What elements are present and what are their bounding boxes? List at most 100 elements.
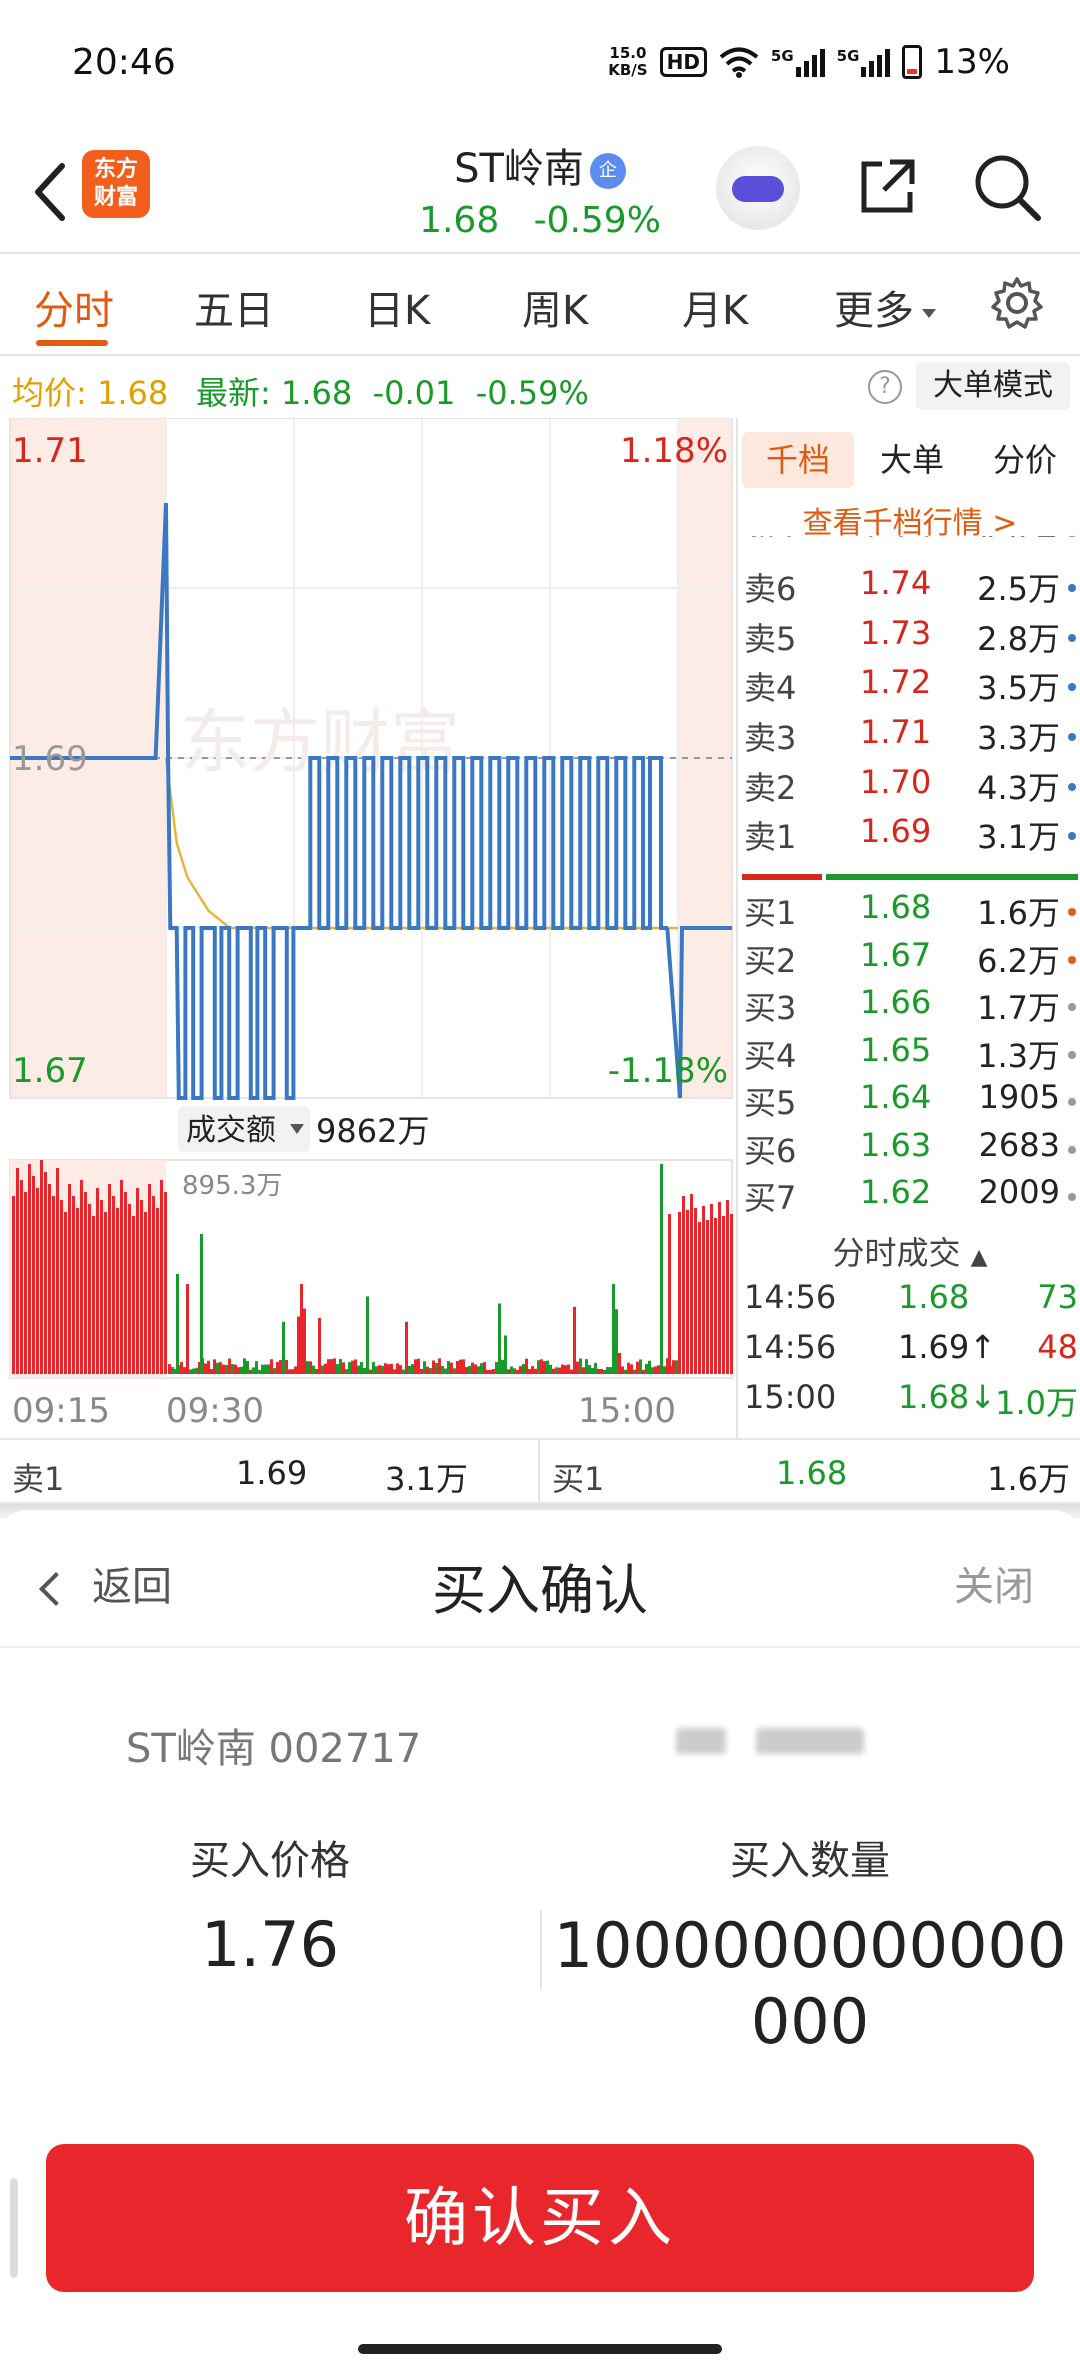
volume-bar (690, 1194, 693, 1374)
ask-level-volume: 3.3万 (977, 719, 1060, 757)
big-order-mode-button[interactable]: 大单模式 (916, 362, 1070, 410)
bid-level-label: 买4 (744, 1036, 797, 1075)
volume-bar (240, 1366, 243, 1374)
wifi-icon (719, 47, 759, 78)
level-dot-icon (1068, 955, 1076, 964)
confirm-buy-button[interactable]: 确认买入 (46, 2144, 1034, 2292)
trade-row: 15:00 1.68↓ 1.0万 (738, 1378, 1080, 1426)
volume-bar (200, 1234, 203, 1374)
search-icon[interactable] (972, 152, 1042, 222)
trade-time: 14:56 (744, 1278, 837, 1316)
volume-bar (276, 1362, 279, 1374)
tab-price-distribution[interactable]: 分价 (970, 432, 1080, 488)
volume-bar (186, 1284, 189, 1374)
help-icon[interactable]: ? (868, 370, 902, 404)
bid-level-volume: 2683 (978, 1125, 1060, 1164)
tab-weekly-k[interactable]: 周K (522, 278, 588, 336)
ask-row[interactable]: 卖6 1.74 2.5万 (738, 564, 1080, 612)
volume-bar (297, 1316, 300, 1374)
volume-bar (16, 1168, 19, 1374)
trade-volume: 73 (1037, 1278, 1078, 1316)
tab-thousand-levels[interactable]: 千档 (742, 432, 854, 488)
bid-row[interactable]: 买3 1.66 1.7万 (738, 983, 1080, 1031)
ask-level-price: 1.72 (860, 663, 932, 702)
volume-bar (414, 1359, 417, 1374)
trade-time: 14:56 (744, 1328, 837, 1366)
volume-bar (189, 1369, 192, 1374)
intraday-chart[interactable]: 东方财富 1.71 1.69 1.67 1.18% -1.18% 成交额 986… (0, 417, 736, 1438)
ask-level-volume: 3.1万 (977, 818, 1060, 857)
level-dot-icon (1068, 1098, 1076, 1107)
time-sales-title[interactable]: 分时成交 ▲ (738, 1228, 1080, 1274)
level-dot-icon (1068, 683, 1076, 692)
bid-level-volume: 1.7万 (977, 989, 1060, 1028)
ask-level-label: 卖4 (744, 669, 797, 708)
ask-row[interactable]: 卖2 1.70 4.3万 (738, 763, 1080, 811)
volume-bar (682, 1196, 685, 1374)
volume-bar (531, 1366, 534, 1374)
volume-bar (92, 1216, 95, 1374)
volume-bar (582, 1367, 585, 1374)
volume-bar (447, 1361, 450, 1374)
bid-row[interactable]: 买2 1.67 6.2万 (738, 936, 1080, 984)
volume-bar (84, 1192, 87, 1374)
bid-row[interactable]: 买6 1.63 2683 (738, 1126, 1080, 1174)
volume-bar (567, 1364, 570, 1374)
volume-bar (513, 1368, 516, 1374)
tab-more[interactable]: 更多 (834, 278, 936, 336)
volume-bar (525, 1358, 528, 1374)
home-indicator[interactable] (358, 2344, 722, 2354)
buy-price-label: 买入价格 (190, 1838, 350, 1884)
view-thousand-levels-link[interactable]: 查看千档行情 > (738, 498, 1080, 542)
volume-bar (546, 1360, 549, 1374)
volume-bar (72, 1196, 75, 1374)
bid-row[interactable]: 买7 1.62 2009 (738, 1173, 1080, 1221)
volume-bar (471, 1362, 474, 1374)
volume-bar (483, 1362, 486, 1374)
volume-bar (40, 1160, 43, 1374)
volume-bar (318, 1317, 321, 1374)
sheet-header: 返回 买入确认 关闭 (0, 1510, 1080, 1648)
assistant-robot-icon[interactable] (716, 146, 800, 230)
volume-bar (465, 1367, 468, 1374)
ask-row[interactable]: 卖3 1.71 3.3万 (738, 713, 1080, 761)
bid-level-volume: 1905 (978, 1078, 1060, 1117)
volume-bar (321, 1365, 324, 1374)
volume-bar (686, 1210, 689, 1374)
stock-name: ST岭南 (454, 146, 584, 192)
tab-big-orders[interactable]: 大单 (862, 432, 962, 488)
volume-bar (645, 1363, 648, 1374)
volume-bar (698, 1222, 701, 1374)
bid-row[interactable]: 买5 1.64 1905 (738, 1078, 1080, 1126)
share-icon[interactable] (856, 156, 918, 218)
volume-bar (88, 1204, 91, 1374)
tab-intraday[interactable]: 分时 (34, 278, 114, 336)
time-label-open: 09:15 (12, 1391, 110, 1431)
ask-row[interactable]: 卖1 1.69 3.1万 (738, 812, 1080, 860)
tab-monthly-k[interactable]: 月K (682, 278, 748, 336)
volume-bar (429, 1368, 432, 1374)
enterprise-badge-icon: 企 (589, 153, 626, 189)
buy-confirm-sheet: 返回 买入确认 关闭 ST岭南 002717 买入价格 买入数量 1.76 10… (0, 1510, 1080, 2376)
gear-icon[interactable] (990, 276, 1044, 330)
bid-row[interactable]: 买1 1.68 1.6万 (738, 888, 1080, 936)
volume-bar (354, 1359, 357, 1374)
bid-row[interactable]: 买4 1.65 1.3万 (738, 1031, 1080, 1079)
ask-row[interactable]: 卖5 1.73 2.8万 (738, 614, 1080, 662)
close-button[interactable]: 关闭 (954, 1554, 1034, 1612)
volume-bar (228, 1358, 231, 1374)
volume-bar (570, 1369, 573, 1374)
ask-row[interactable]: 卖4 1.72 3.5万 (738, 663, 1080, 711)
y-min-label: 1.67 (12, 1051, 88, 1091)
hd-icon: HD (659, 47, 707, 77)
side-handle (10, 2178, 18, 2278)
volume-bar (543, 1361, 546, 1374)
sell1-volume: 3.1万 (385, 1460, 468, 1498)
volume-bar (480, 1363, 483, 1374)
volume-bar (537, 1360, 540, 1374)
battery-icon (902, 45, 923, 79)
tab-daily-k[interactable]: 日K (364, 278, 430, 336)
volume-bar (606, 1367, 609, 1374)
tab-five-day[interactable]: 五日 (194, 278, 274, 336)
volume-bar (333, 1358, 336, 1374)
